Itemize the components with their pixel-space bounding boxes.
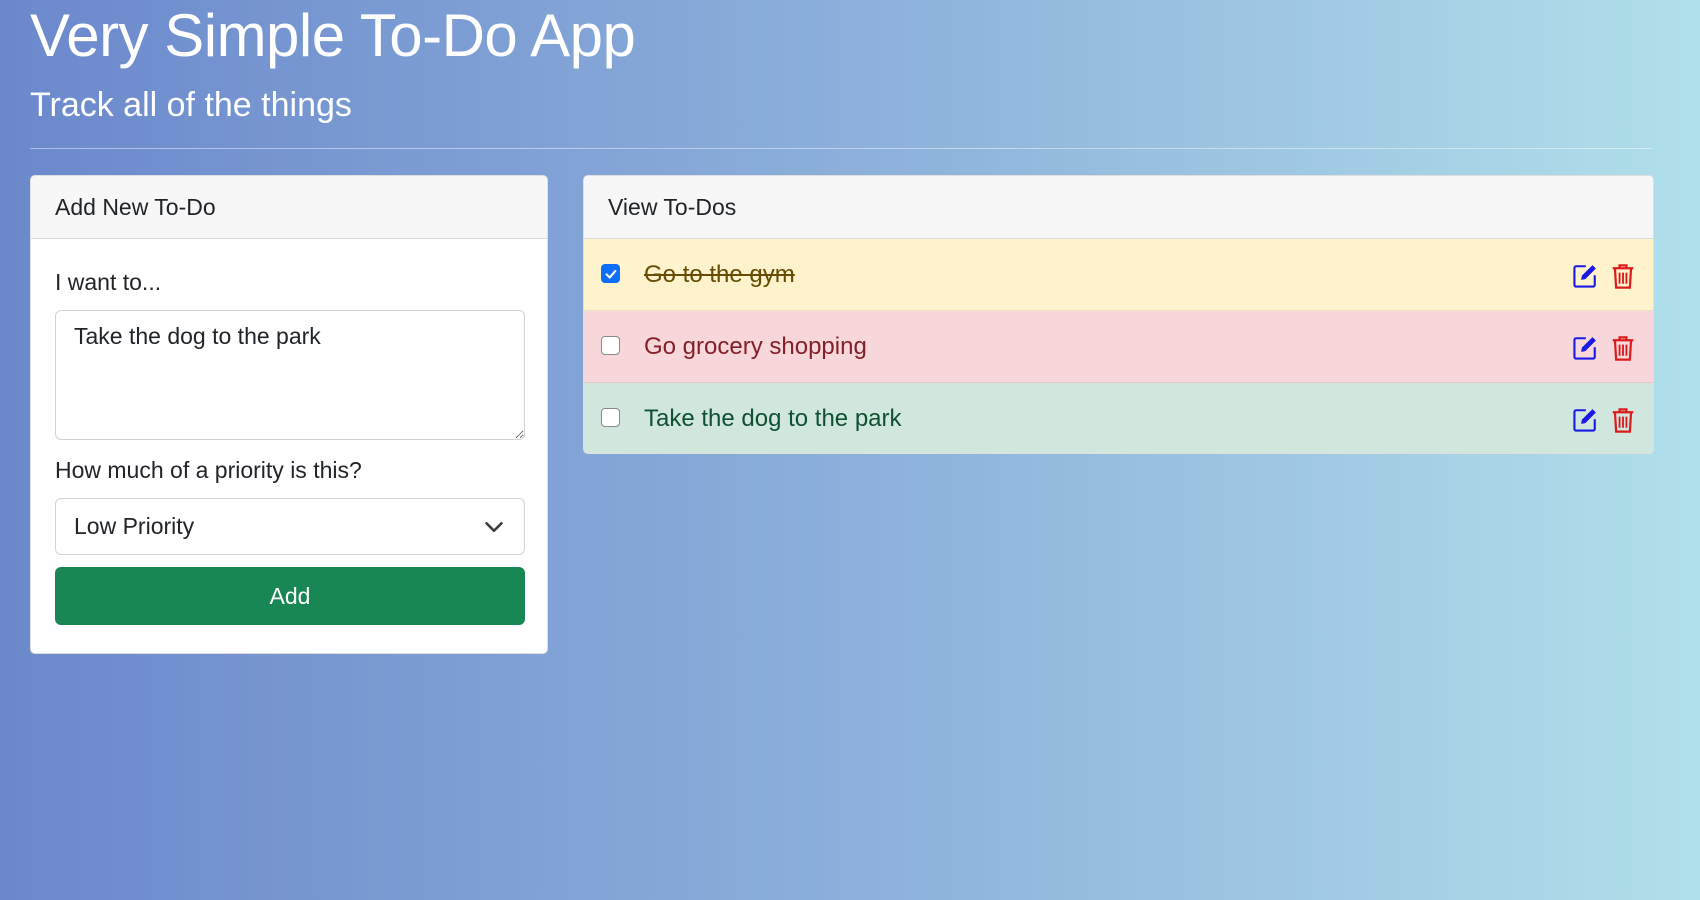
- priority-selected-value: Low Priority: [74, 513, 195, 539]
- todo-checkbox[interactable]: [601, 264, 620, 283]
- todo-item: Go to the gym: [584, 239, 1653, 311]
- description-textarea[interactable]: Take the dog to the park: [55, 310, 525, 440]
- add-todo-card: Add New To-Do I want to... Take the dog …: [30, 175, 548, 654]
- pencil-square-icon[interactable]: [1572, 263, 1598, 289]
- todo-checkbox[interactable]: [601, 336, 620, 355]
- add-todo-card-title: Add New To-Do: [31, 176, 547, 239]
- checkmark-icon: [605, 269, 617, 279]
- app-title: Very Simple To-Do App: [30, 2, 636, 69]
- pencil-square-icon[interactable]: [1572, 335, 1598, 361]
- header-divider: [30, 148, 1653, 149]
- todo-checkbox[interactable]: [601, 408, 620, 427]
- view-todos-card: View To-Dos Go to the gym Go grocery shop…: [583, 175, 1654, 454]
- todo-text: Go to the gym: [644, 261, 795, 288]
- todo-list: Go to the gym Go grocery shopping Take the…: [584, 239, 1653, 453]
- view-todos-card-title: View To-Dos: [584, 176, 1653, 239]
- add-button[interactable]: Add: [55, 567, 525, 625]
- description-label: I want to...: [55, 269, 162, 295]
- priority-label: How much of a priority is this?: [55, 457, 362, 483]
- todo-text: Take the dog to the park: [644, 405, 902, 432]
- pencil-square-icon[interactable]: [1572, 407, 1598, 433]
- trash-icon[interactable]: [1611, 406, 1635, 434]
- trash-icon[interactable]: [1611, 262, 1635, 290]
- todo-item: Go grocery shopping: [584, 311, 1653, 383]
- todo-text: Go grocery shopping: [644, 333, 867, 360]
- chevron-down-icon: [485, 522, 503, 532]
- trash-icon[interactable]: [1611, 334, 1635, 362]
- todo-item: Take the dog to the park: [584, 383, 1653, 453]
- priority-select[interactable]: Low Priority: [55, 498, 525, 555]
- app-subtitle: Track all of the things: [30, 86, 352, 124]
